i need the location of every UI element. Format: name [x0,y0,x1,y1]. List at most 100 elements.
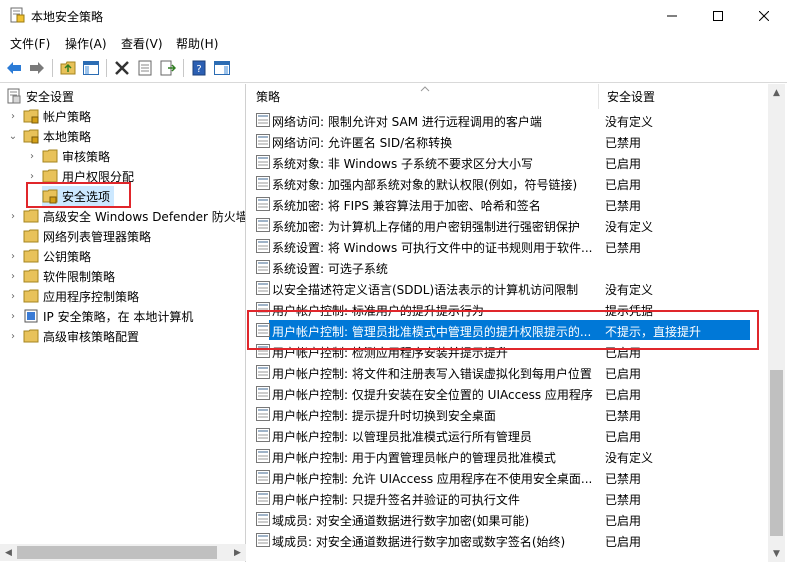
policy-setting-icon [256,197,270,211]
chevron-right-icon[interactable]: › [8,246,18,266]
svg-text:?: ? [196,64,201,75]
policy-setting-icon [256,428,270,442]
policy-setting-value: 已启用 [605,430,642,444]
menu-view[interactable]: 查看(V) [121,35,163,52]
properties-icon [138,60,152,76]
close-button[interactable] [741,0,787,31]
menu-action[interactable]: 操作(A) [65,35,107,52]
policy-row[interactable]: 系统对象: 非 Windows 子系统不要求区分大小写 已启用 [248,152,768,173]
tree-item-network-list-manager[interactable]: 网络列表管理器策略 [23,226,151,246]
policy-setting-icon [256,512,270,526]
show-action-pane-button[interactable] [212,58,232,78]
back-button[interactable] [4,58,24,78]
tree-item-advanced-audit[interactable]: › 高级审核策略配置 [8,326,139,346]
forward-arrow-icon [30,62,44,74]
security-settings-icon [6,88,22,104]
policy-row[interactable]: 网络访问: 限制允许对 SAM 进行远程调用的客户端 没有定义 [248,110,768,131]
policy-row[interactable]: 用户帐户控制: 只提升签名并验证的可执行文件 已禁用 [248,488,768,509]
policy-list-vertical-scrollbar[interactable]: ▲ ▼ [768,84,785,562]
title-bar[interactable]: 本地安全策略 [0,0,787,31]
policy-row[interactable]: 用户帐户控制: 提示提升时切换到安全桌面 已禁用 [248,404,768,425]
policy-row[interactable]: 用户帐户控制: 以管理员批准模式运行所有管理员 已启用 [248,425,768,446]
close-icon [759,10,769,21]
up-one-level-button[interactable] [58,58,78,78]
policy-name: 系统加密: 将 FIPS 兼容算法用于加密、哈希和签名 [272,199,541,213]
menu-file[interactable]: 文件(F) [10,35,50,52]
policy-setting-icon [256,155,270,169]
policy-name: 系统设置: 可选子系统 [272,262,388,276]
help-book-icon: ? [192,60,206,76]
tree-label: 高级审核策略配置 [43,329,140,344]
tree-item-software-restriction[interactable]: › 软件限制策略 [8,266,115,286]
scroll-thumb[interactable] [17,546,217,559]
policy-setting-icon [256,176,270,190]
policy-row[interactable]: 系统对象: 加强内部系统对象的默认权限(例如，符号链接) 已启用 [248,173,768,194]
maximize-button[interactable] [695,0,741,31]
policy-name: 系统加密: 为计算机上存储的用户密钥强制进行强密钥保护 [272,220,580,234]
tree-item-public-key-policies[interactable]: › 公钥策略 [8,246,91,266]
chevron-right-icon[interactable]: › [27,146,37,166]
policy-setting-icon [256,365,270,379]
policy-row[interactable]: 用户帐户控制: 仅提升安装在安全位置的 UIAccess 应用程序 已启用 [248,383,768,404]
policy-setting-value: 已禁用 [605,409,642,423]
tree-item-defender-firewall[interactable]: › 高级安全 Windows Defender 防火墙 [8,206,246,226]
menu-help[interactable]: 帮助(H) [176,35,218,52]
tree-label: 帐户策略 [43,109,92,124]
policy-row[interactable]: 系统加密: 将 FIPS 兼容算法用于加密、哈希和签名 已禁用 [248,194,768,215]
help-button[interactable]: ? [189,58,209,78]
tree-item-account-policies[interactable]: › 帐户策略 [8,106,91,126]
policy-row[interactable]: 用户帐户控制: 将文件和注册表写入错误虚拟化到每用户位置 已启用 [248,362,768,383]
tree-label: 审核策略 [62,149,111,164]
folder-up-icon [60,61,76,75]
chevron-right-icon[interactable]: › [8,106,18,126]
policy-setting-icon [256,281,270,295]
scroll-up-icon[interactable]: ▲ [768,84,785,101]
properties-button[interactable] [135,58,155,78]
policy-name: 用户帐户控制: 仅提升安装在安全位置的 UIAccess 应用程序 [272,388,593,402]
chevron-right-icon[interactable]: › [8,286,18,306]
delete-button[interactable] [112,58,132,78]
policy-row[interactable]: 系统设置: 可选子系统 [248,257,768,278]
export-list-button[interactable] [158,58,178,78]
forward-button[interactable] [27,58,47,78]
policy-row[interactable]: 以安全描述符定义语言(SDDL)语法表示的计算机访问限制 没有定义 [248,278,768,299]
tree-item-security-settings[interactable]: 安全设置 [6,86,74,106]
policy-row[interactable]: 网络访问: 允许匿名 SID/名称转换 已禁用 [248,131,768,152]
scroll-down-icon[interactable]: ▼ [768,545,785,562]
policy-row[interactable]: 用户帐户控制: 允许 UIAccess 应用程序在不使用安全桌面... 已禁用 [248,467,768,488]
chevron-right-icon[interactable]: › [8,306,18,326]
tree-item-ip-security[interactable]: › IP 安全策略，在 本地计算机 [8,306,193,326]
console-tree[interactable]: 安全设置 › 帐户策略 ⌄ 本地策略 › 审核策略 › 用户权限分配 安全选项 [0,84,246,562]
policy-row[interactable]: 域成员: 对安全通道数据进行数字加密(如果可能) 已启用 [248,509,768,530]
tree-item-audit-policy[interactable]: › 审核策略 [27,146,110,166]
tree-item-local-policies[interactable]: ⌄ 本地策略 [8,126,91,146]
minimize-button[interactable] [649,0,695,31]
policy-row[interactable]: 用户帐户控制: 用于内置管理员帐户的管理员批准模式 没有定义 [248,446,768,467]
column-header-setting[interactable]: 安全设置 [599,84,768,109]
locked-folder-icon [23,108,39,124]
policy-row[interactable]: 域成员: 对安全通道数据进行数字加密或数字签名(始终) 已启用 [248,530,768,551]
scroll-thumb[interactable] [770,370,783,536]
scroll-left-icon[interactable]: ◀ [0,544,17,561]
policy-setting-value: 没有定义 [605,283,654,297]
show-hide-console-tree-button[interactable] [81,58,101,78]
toolbar: ? [0,53,787,83]
chevron-right-icon[interactable]: › [8,206,18,226]
tree-horizontal-scrollbar[interactable]: ◀ ▶ [0,544,246,561]
chevron-right-icon[interactable]: › [8,266,18,286]
policy-setting-value: 已启用 [605,367,642,381]
policy-row[interactable]: 系统加密: 为计算机上存储的用户密钥强制进行强密钥保护 没有定义 [248,215,768,236]
tree-item-app-control[interactable]: › 应用程序控制策略 [8,286,139,306]
chevron-down-icon[interactable]: ⌄ [8,126,18,146]
delete-x-icon [115,61,129,75]
policy-row[interactable]: 系统设置: 将 Windows 可执行文件中的证书规则用于软件... 已禁用 [248,236,768,257]
policy-setting-value: 没有定义 [605,220,654,234]
policy-setting-icon [256,491,270,505]
minimize-icon [667,15,677,16]
scroll-right-icon[interactable]: ▶ [229,544,246,561]
policy-setting-value: 已禁用 [605,136,642,150]
tree-label: 高级安全 Windows Defender 防火墙 [43,209,246,224]
chevron-right-icon[interactable]: › [8,326,18,346]
policy-setting-icon [256,260,270,274]
policy-name: 用户帐户控制: 用于内置管理员帐户的管理员批准模式 [272,451,556,465]
